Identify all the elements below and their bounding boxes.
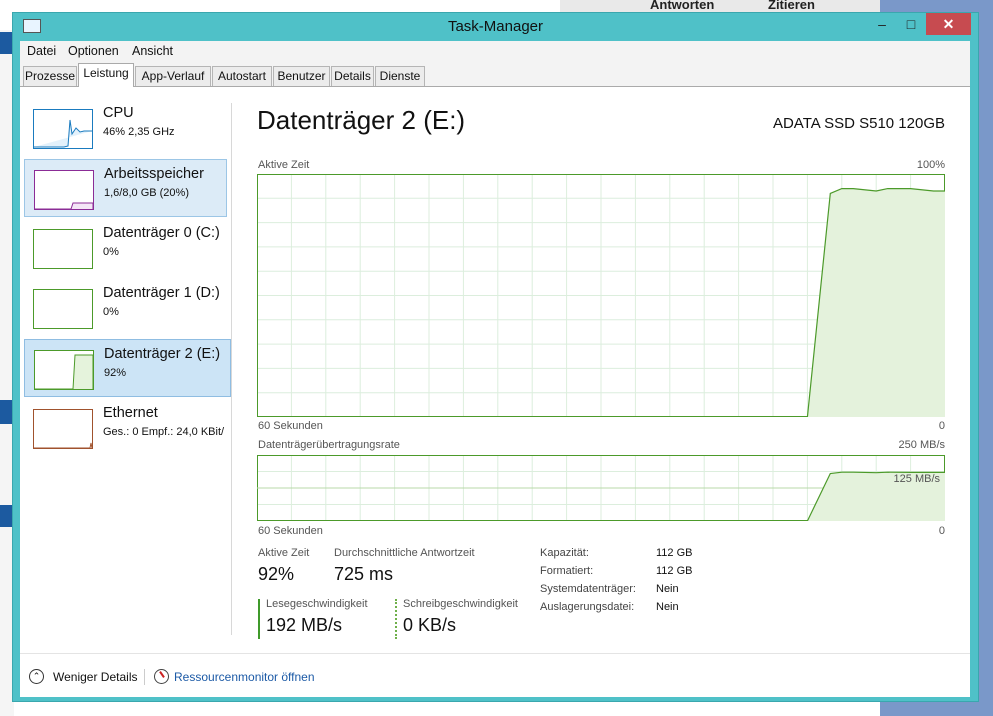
sidebar-value: 1,6/8,0 GB (20%) bbox=[104, 187, 189, 199]
background-reply-button: Antworten bbox=[650, 0, 715, 12]
sidebar-value: 46% 2,35 GHz bbox=[103, 126, 175, 138]
read-speed-indicator bbox=[258, 599, 260, 639]
tab-app-verlauf[interactable]: App-Verlauf bbox=[135, 66, 211, 86]
sidebar-value: 92% bbox=[104, 367, 127, 379]
read-speed-label: Lesegeschwindigkeit bbox=[266, 598, 368, 610]
background-quote-button: Zitieren bbox=[768, 0, 815, 12]
sidebar-value: 0% bbox=[103, 306, 119, 318]
sidebar-item-disk-2[interactable]: Datenträger 2 (E:) 92% bbox=[24, 339, 231, 397]
sidebar-item-memory[interactable]: Arbeitsspeicher 1,6/8,0 GB (20%) bbox=[24, 159, 227, 217]
detail-title: Datenträger 2 (E:) bbox=[257, 105, 466, 135]
disk1-thumbnail-graph bbox=[33, 289, 93, 329]
sidebar-item-disk-0[interactable]: Datenträger 0 (C:) 0% bbox=[24, 219, 227, 277]
sidebar-label: Datenträger 1 (D:) bbox=[103, 285, 220, 301]
menu-optionen[interactable]: Optionen bbox=[68, 44, 119, 58]
chevron-up-icon[interactable]: ⌃ bbox=[29, 669, 44, 684]
formatted-value: 112 GB bbox=[656, 565, 693, 577]
graph1-max-label: 100% bbox=[916, 159, 945, 171]
menu-ansicht[interactable]: Ansicht bbox=[132, 44, 173, 58]
response-time-label: Durchschnittliche Antwortzeit bbox=[334, 547, 475, 559]
write-speed-label: Schreibgeschwindigkeit bbox=[403, 598, 518, 610]
sidebar-label: Arbeitsspeicher bbox=[104, 166, 204, 182]
performance-pane: CPU 46% 2,35 GHz Arbeitsspeicher 1,6/8,0… bbox=[20, 87, 970, 653]
sidebar-item-ethernet[interactable]: Ethernet Ges.: 0 Empf.: 24,0 KBit/ bbox=[24, 399, 227, 457]
transfer-rate-graph bbox=[257, 455, 945, 521]
graph1-x-right: 0 bbox=[938, 420, 945, 432]
tab-prozesse[interactable]: Prozesse bbox=[23, 66, 77, 86]
fewer-details-link[interactable]: Weniger Details bbox=[53, 670, 137, 684]
menu-datei[interactable]: Datei bbox=[27, 44, 56, 58]
system-disk-value: Nein bbox=[656, 583, 679, 595]
disk0-thumbnail-graph bbox=[33, 229, 93, 269]
footer-divider bbox=[144, 669, 145, 685]
capacity-label: Kapazität: bbox=[540, 547, 589, 559]
tab-dienste[interactable]: Dienste bbox=[375, 66, 425, 86]
graph2-label: Datenträgerübertragungsrate bbox=[258, 439, 400, 451]
tab-details[interactable]: Details bbox=[331, 66, 374, 86]
graph2-mid-label: 125 MB/s bbox=[893, 473, 940, 485]
sidebar-label: Datenträger 2 (E:) bbox=[104, 346, 221, 362]
sidebar-label: Datenträger 0 (C:) bbox=[103, 225, 220, 241]
maximize-button[interactable]: □ bbox=[897, 13, 925, 35]
graph2-x-right: 0 bbox=[938, 525, 945, 537]
client-area: Datei Optionen Ansicht Prozesse Leistung… bbox=[20, 41, 970, 697]
disk-model: ADATA SSD S510 120GB bbox=[772, 115, 945, 132]
resource-monitor-icon[interactable] bbox=[154, 669, 169, 684]
tab-leistung[interactable]: Leistung bbox=[78, 63, 134, 87]
capacity-value: 112 GB bbox=[656, 547, 693, 559]
active-time-label: Aktive Zeit bbox=[258, 547, 310, 559]
disk2-thumbnail-svg bbox=[35, 354, 94, 390]
footer-bar: ⌃ Weniger Details Ressourcenmonitor öffn… bbox=[20, 653, 970, 697]
sidebar-divider bbox=[231, 103, 232, 635]
close-button[interactable]: ✕ bbox=[926, 13, 971, 35]
formatted-label: Formatiert: bbox=[540, 565, 594, 577]
graph1-label: Aktive Zeit bbox=[258, 159, 310, 171]
memory-thumbnail-graph bbox=[34, 170, 94, 210]
active-time-value: 92% bbox=[258, 564, 295, 584]
system-disk-label: Systemdatenträger: bbox=[540, 583, 636, 595]
sidebar-value: 0% bbox=[103, 246, 119, 258]
sidebar-label: CPU bbox=[103, 105, 134, 121]
tab-bar: Prozesse Leistung App-Verlauf Autostart … bbox=[20, 61, 970, 87]
memory-thumbnail-svg bbox=[35, 202, 94, 210]
write-speed-indicator bbox=[395, 599, 397, 639]
graph1-x-left: 60 Sekunden bbox=[258, 420, 323, 432]
sidebar-item-disk-1[interactable]: Datenträger 1 (D:) 0% bbox=[24, 279, 227, 337]
task-manager-window: Task-Manager – □ ✕ Datei Optionen Ansich… bbox=[12, 12, 979, 702]
read-speed-value: 192 MB/s bbox=[266, 615, 343, 635]
menu-bar: Datei Optionen Ansicht bbox=[20, 41, 970, 61]
title-bar[interactable]: Task-Manager – □ ✕ bbox=[13, 13, 978, 41]
window-title: Task-Manager bbox=[447, 18, 544, 35]
write-speed-value: 0 KB/s bbox=[403, 615, 457, 635]
tab-autostart[interactable]: Autostart bbox=[212, 66, 272, 86]
sidebar-label: Ethernet bbox=[103, 405, 158, 421]
ethernet-thumbnail-svg bbox=[34, 442, 93, 449]
sidebar-item-cpu[interactable]: CPU 46% 2,35 GHz bbox=[24, 99, 227, 157]
response-time-value: 725 ms bbox=[334, 564, 394, 584]
disk2-thumbnail-graph bbox=[34, 350, 94, 390]
cpu-thumbnail-graph bbox=[33, 109, 93, 149]
active-time-graph bbox=[257, 174, 945, 417]
minimize-button[interactable]: – bbox=[868, 13, 896, 35]
graph2-max-label: 250 MB/s bbox=[898, 439, 945, 451]
resource-monitor-link[interactable]: Ressourcenmonitor öffnen bbox=[174, 670, 315, 684]
tab-benutzer[interactable]: Benutzer bbox=[273, 66, 330, 86]
graph2-x-left: 60 Sekunden bbox=[258, 525, 323, 537]
cpu-thumbnail-svg bbox=[34, 119, 92, 148]
ethernet-thumbnail-graph bbox=[33, 409, 93, 449]
page-file-label: Auslagerungsdatei: bbox=[540, 601, 635, 613]
sidebar-value: Ges.: 0 Empf.: 24,0 KBit/ bbox=[103, 426, 225, 438]
page-file-value: Nein bbox=[656, 601, 679, 613]
